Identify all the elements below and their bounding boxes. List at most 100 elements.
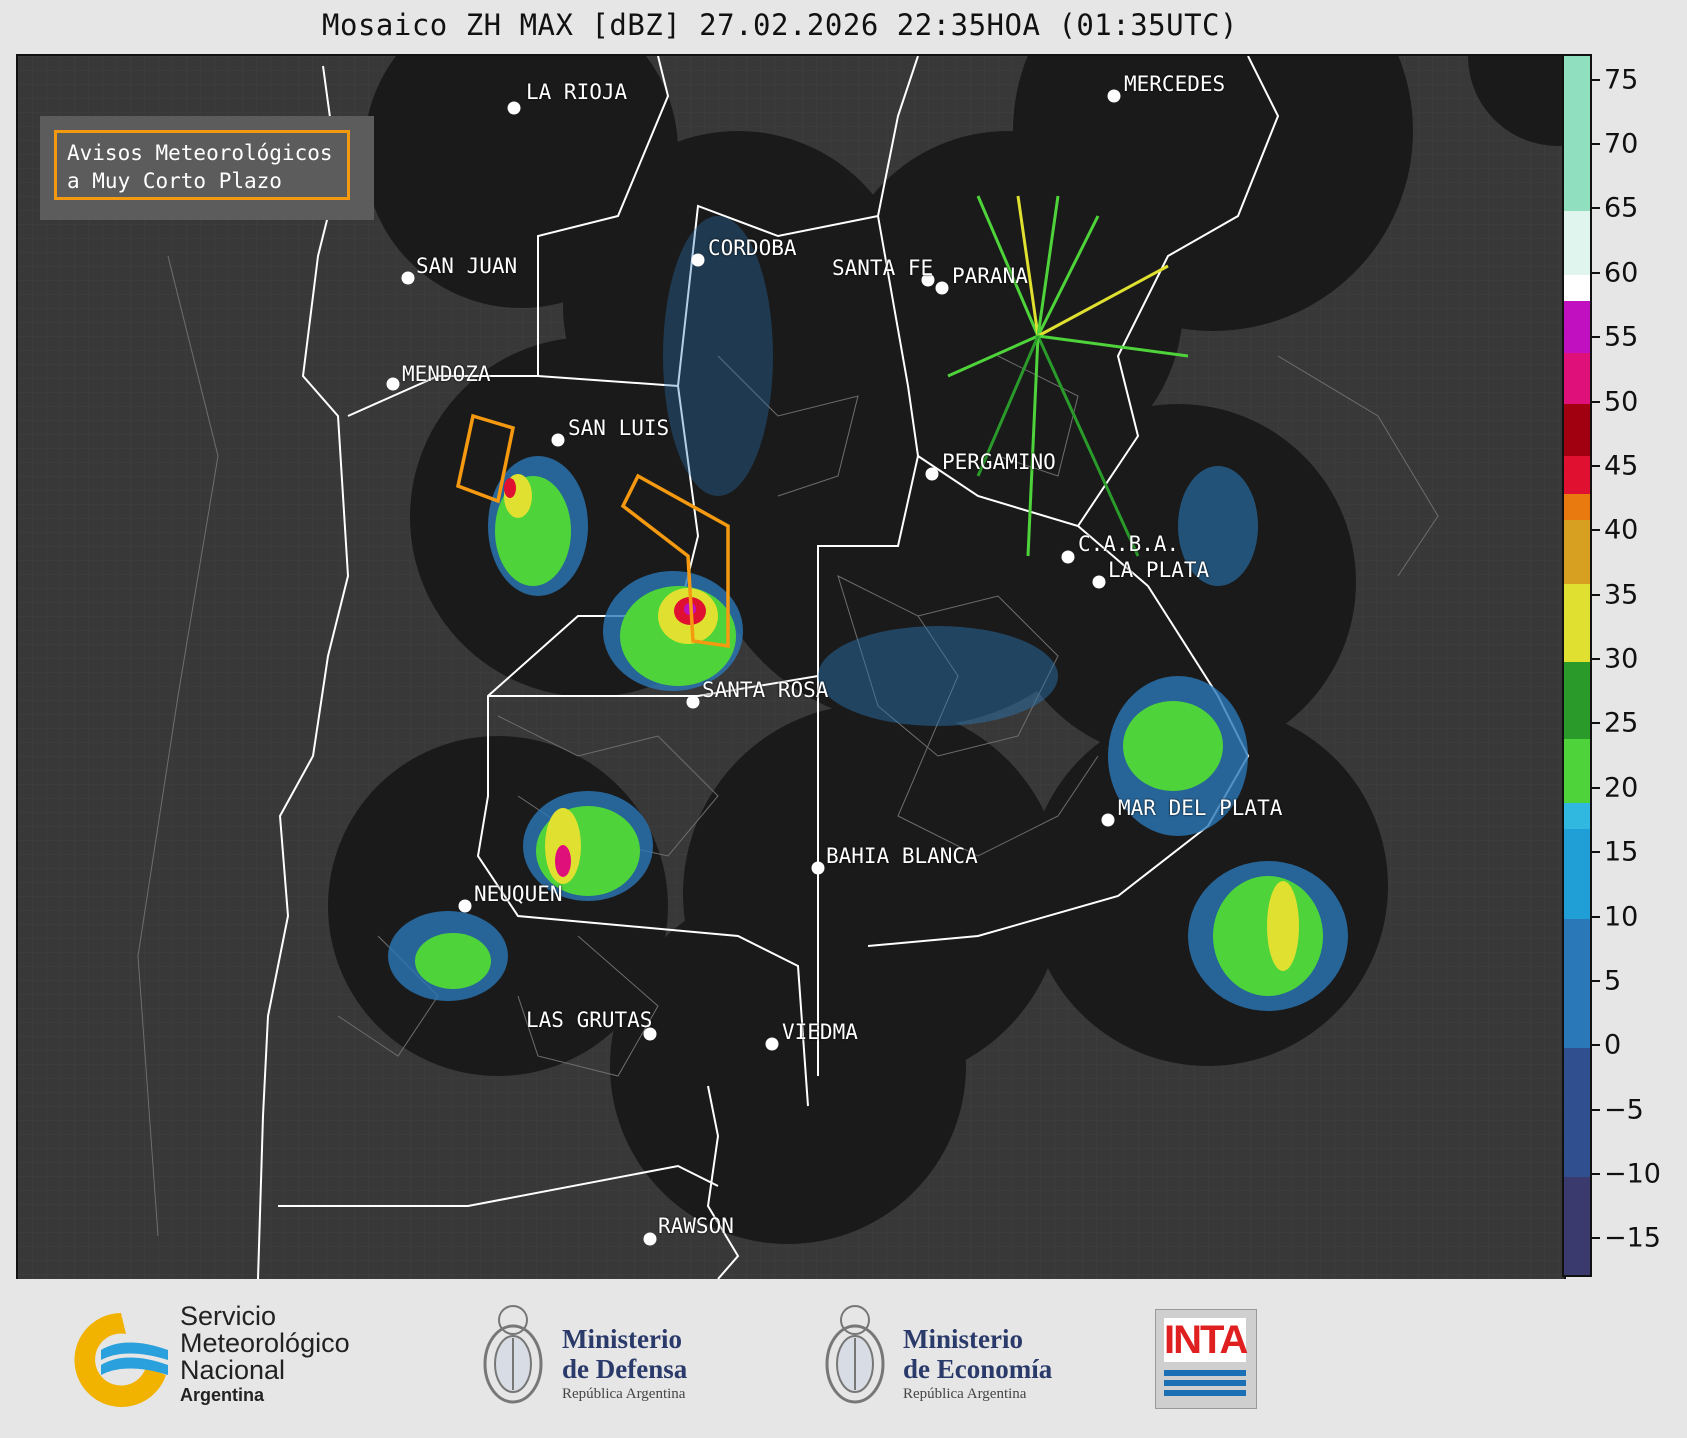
echo-neuquen [388,911,508,1001]
economia-line2: de Economía [903,1354,1053,1384]
city-label: C.A.B.A. [1078,532,1180,556]
colorbar-band [1564,583,1590,662]
colorbar-tick-label: 10 [1604,901,1639,933]
colorbar-band [1564,300,1590,353]
city-marker-icon [1092,575,1106,589]
colorbar-tick-label: 55 [1604,321,1639,353]
defensa-seal-icon [483,1305,543,1404]
colorbar-tick-mark [1592,658,1600,661]
city-label: SAN JUAN [416,254,518,278]
colorbar-band [1564,802,1590,829]
warnings-legend-line1: Avisos Meteorológicos [67,141,333,165]
city-label: CORDOBA [708,236,797,260]
colorbar-tick-mark [1592,593,1600,596]
colorbar-band [1564,918,1590,1048]
colorbar-tick-mark [1592,271,1600,274]
city-marker-icon [401,271,415,285]
colorbar-tick-mark [1592,336,1600,339]
colorbar-tick-label: 20 [1604,772,1639,804]
colorbar-tick-mark [1592,915,1600,918]
colorbar-band [1564,210,1590,276]
colorbar-tick-label: 30 [1604,643,1639,675]
smn-logo-icon [74,1313,168,1407]
colorbar-tick-mark [1592,143,1600,146]
colorbar-band [1564,1176,1590,1275]
city-label: VIEDMA [782,1020,858,1044]
smn-line1: Servicio [180,1301,277,1331]
colorbar-tick-mark [1592,1108,1600,1111]
colorbar-band [1564,738,1590,804]
colorbar-tick-label: 70 [1604,128,1639,160]
city-marker-icon [458,899,472,913]
city-marker-icon [935,281,949,295]
colorbar-tick-label: 35 [1604,579,1639,611]
colorbar-tick-label: −5 [1604,1094,1644,1126]
colorbar-band [1564,1047,1590,1177]
city-marker-icon [507,101,521,115]
colorbar-tick-label: 65 [1604,192,1639,224]
city-marker-icon [643,1232,657,1246]
warnings-legend-line2: a Muy Corto Plazo [67,169,282,193]
city-label: BAHIA BLANCA [826,844,978,868]
colorbar-tick-label: 0 [1604,1029,1622,1061]
defensa-line3: República Argentina [562,1386,686,1402]
city-marker-icon [691,253,705,267]
colorbar-tick-label: 15 [1604,836,1639,868]
inta-logo: INTA [1155,1309,1257,1409]
city-marker-icon [686,695,700,709]
city-label: LA PLATA [1108,558,1210,582]
radar-map: Avisos Meteorológicos a Muy Corto Plazo … [16,54,1566,1281]
colorbar-band [1564,56,1590,211]
city-marker-icon [765,1037,779,1051]
colorbar-tick-label: 40 [1604,514,1639,546]
colorbar-tick-label: 60 [1604,257,1639,289]
warnings-legend-frame: Avisos Meteorológicos a Muy Corto Plazo [54,130,350,200]
warnings-legend[interactable]: Avisos Meteorológicos a Muy Corto Plazo [40,116,374,220]
colorbar-tick-label: 50 [1604,386,1639,418]
inta-logo-bar [1164,1390,1246,1396]
city-marker-icon [1061,550,1075,564]
colorbar-tick-mark [1592,1173,1600,1175]
smn-line3: Nacional [180,1355,286,1385]
city-label: LA RIOJA [526,80,628,104]
city-label: LAS GRUTAS [526,1008,653,1032]
defensa-line2: de Defensa [562,1354,688,1384]
colorbar-tick-mark [1592,78,1600,81]
colorbar-tick-label: 75 [1604,64,1639,96]
city-label: MAR DEL PLATA [1118,796,1283,820]
smn-line2: Meteorológico [180,1328,350,1358]
colorbar-band [1564,519,1590,585]
inta-logo-bar [1164,1370,1246,1376]
city-label: PARANA [952,264,1028,288]
reflectivity-colorbar [1562,54,1592,1277]
colorbar-tick-mark [1592,979,1600,982]
colorbar-band [1564,455,1590,495]
colorbar-tick-mark [1592,529,1600,532]
city-marker-icon [551,433,565,447]
city-label: MENDOZA [402,362,491,386]
echo-san-luis [603,571,743,691]
city-label: RAWSON [658,1214,734,1238]
city-marker-icon [1107,89,1121,103]
colorbar-band [1564,352,1590,405]
city-marker-icon [386,377,400,391]
colorbar-band [1564,493,1590,520]
smn-logo-text: Servicio Meteorológico Nacional Argentin… [180,1303,350,1406]
colorbar-band [1564,274,1590,302]
economia-line3: República Argentina [903,1386,1027,1402]
colorbar-band [1564,661,1590,739]
defensa-line1: Ministerio [562,1324,682,1354]
colorbar-tick-label: 5 [1604,965,1622,997]
colorbar-tick-mark [1592,400,1600,403]
colorbar-tick-label: 45 [1604,450,1639,482]
smn-line4: Argentina [180,1385,265,1405]
colorbar-tick-mark [1592,207,1600,210]
city-label: MERCEDES [1124,72,1226,96]
colorbar-tick-label: 25 [1604,707,1639,739]
city-label: PERGAMINO [942,450,1056,474]
city-label: SANTA FE [832,256,934,280]
colorbar-tick-mark [1592,1237,1600,1240]
inta-logo-bar [1164,1380,1246,1386]
colorbar-band [1564,828,1590,920]
colorbar-tick-label: −15 [1604,1222,1661,1254]
